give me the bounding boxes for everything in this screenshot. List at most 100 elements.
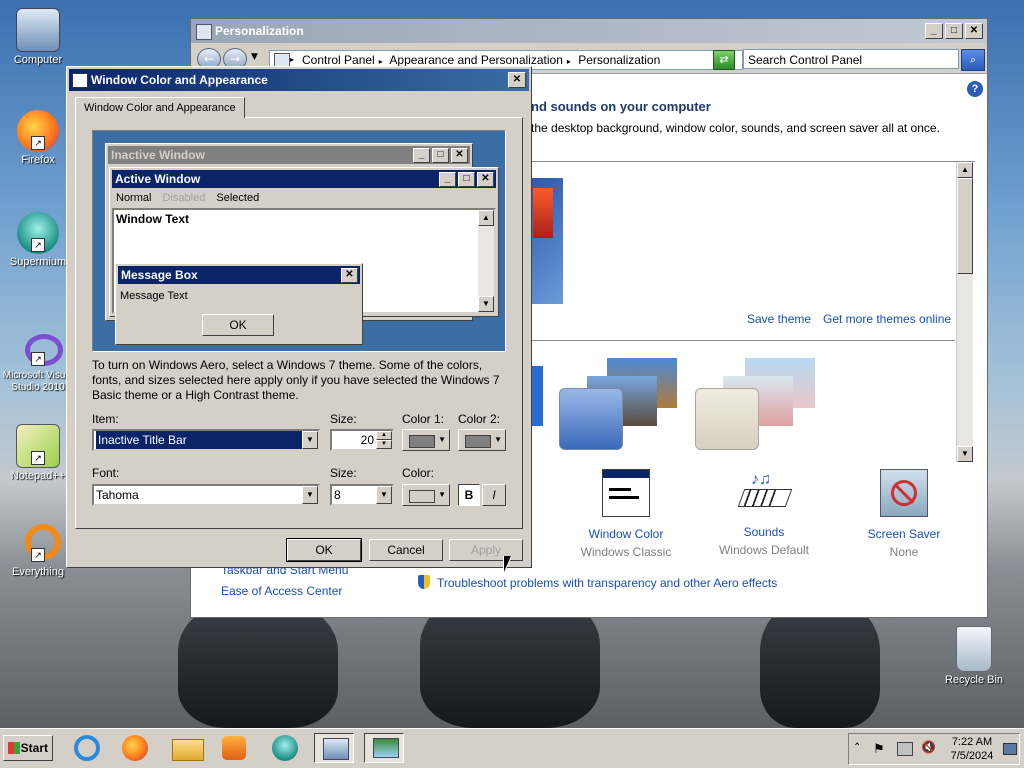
- shield-icon: [418, 575, 430, 589]
- computer-icon: [16, 8, 60, 52]
- taskbar-ie-icon[interactable]: [68, 733, 108, 763]
- taskbar-media-player-icon[interactable]: [216, 733, 256, 763]
- font-size-select[interactable]: 8 ▼: [330, 484, 394, 506]
- font-color-button[interactable]: ▼: [402, 484, 450, 506]
- volume-muted-icon[interactable]: 🔇: [921, 740, 936, 754]
- item-size-input[interactable]: 20 ▲ ▼: [330, 429, 394, 451]
- search-input[interactable]: Search Control Panel: [743, 49, 959, 69]
- help-icon[interactable]: ?: [967, 81, 983, 97]
- action-center-flag-icon[interactable]: ⚑: [873, 741, 885, 757]
- breadcrumb-arrow-icon[interactable]: ▸: [379, 57, 383, 66]
- clock[interactable]: 7:22 AM 7/5/2024: [945, 735, 999, 763]
- size-spinner[interactable]: ▲ ▼: [376, 431, 392, 449]
- preview-menu-disabled[interactable]: Disabled: [159, 192, 210, 204]
- chevron-down-icon[interactable]: ▼: [376, 486, 392, 504]
- ok-button[interactable]: OK: [286, 538, 362, 562]
- everything-icon: ↗: [17, 522, 61, 564]
- window-color-icon: [602, 469, 650, 517]
- close-button[interactable]: ✕: [965, 23, 983, 39]
- page-description: the desktop background, window color, so…: [531, 121, 940, 135]
- taskbar-firefox-icon[interactable]: [116, 733, 156, 763]
- personalization-titlebar[interactable]: Personalization _ □ ✕: [191, 19, 987, 43]
- close-icon: ✕: [341, 268, 358, 283]
- troubleshoot-link[interactable]: Troubleshoot problems with transparency …: [437, 576, 777, 590]
- item-select[interactable]: Inactive Title Bar ▼: [92, 429, 320, 451]
- font-select[interactable]: Tahoma ▼: [92, 484, 320, 506]
- scroll-up-button[interactable]: ▲: [957, 162, 973, 178]
- italic-button[interactable]: I: [482, 484, 506, 506]
- spin-down-icon[interactable]: ▼: [376, 440, 392, 449]
- preview-menu-normal[interactable]: Normal: [112, 192, 155, 204]
- preview-message-box[interactable]: Message Box ✕ Message Text OK: [115, 263, 363, 345]
- window-color-item[interactable]: Window Color Windows Classic: [571, 469, 681, 559]
- info-text: To turn on Windows Aero, select a Window…: [92, 358, 500, 402]
- network-icon[interactable]: [897, 742, 913, 756]
- color2-button[interactable]: ▼: [458, 429, 506, 451]
- sounds-item[interactable]: ♪♫ Sounds Windows Default: [709, 469, 819, 557]
- breadcrumb-appearance[interactable]: Appearance and Personalization: [389, 53, 562, 67]
- show-desktop-icon[interactable]: [1003, 743, 1017, 755]
- shortcut-arrow-icon: ↗: [31, 548, 45, 562]
- tab-panel: Inactive Window _ □ ✕ Active Window _ □: [75, 117, 523, 529]
- apply-button[interactable]: Apply: [449, 539, 523, 561]
- shortcut-arrow-icon: ↗: [31, 451, 45, 465]
- refresh-icon[interactable]: ⇄: [713, 50, 735, 70]
- get-more-themes-link[interactable]: Get more themes online: [823, 312, 951, 326]
- theme-list-scrollbar[interactable]: ▲ ▼: [956, 162, 973, 462]
- scroll-thumb[interactable]: [957, 178, 973, 274]
- visual-studio-icon: ↗: [17, 326, 63, 368]
- maximize-button[interactable]: □: [945, 23, 963, 39]
- taskbar-explorer-icon[interactable]: [168, 733, 208, 763]
- breadcrumb-control-panel[interactable]: Control Panel: [302, 53, 375, 67]
- preview-message-text: Message Text: [120, 290, 188, 302]
- screen-saver-item[interactable]: Screen Saver None: [849, 469, 959, 559]
- theme-thumbnail-3[interactable]: [695, 358, 819, 450]
- color1-button[interactable]: ▼: [402, 429, 450, 451]
- font-label: Font:: [92, 466, 120, 480]
- show-hidden-icons-icon[interactable]: ⌃: [853, 742, 861, 753]
- sounds-label[interactable]: Sounds: [709, 525, 819, 539]
- taskbar-display-properties-icon[interactable]: [364, 733, 404, 763]
- taskbar-control-panel-icon[interactable]: [314, 733, 354, 763]
- color2-swatch: [465, 435, 491, 448]
- dialog-title: Window Color and Appearance: [91, 73, 268, 87]
- preview-message-titlebar: Message Box ✕: [118, 266, 360, 284]
- recycle-bin-icon: [956, 626, 992, 672]
- system-tray: ⌃ ⚑ 🔇 7:22 AM 7/5/2024: [848, 733, 1020, 765]
- chevron-down-icon[interactable]: ▼: [302, 486, 318, 504]
- window-color-label[interactable]: Window Color: [571, 527, 681, 541]
- firefox-icon: ↗: [17, 110, 59, 152]
- search-icon[interactable]: ⌕: [961, 49, 985, 71]
- sounds-icon: ♪♫: [737, 469, 793, 515]
- theme-thumbnail-2[interactable]: [559, 358, 679, 450]
- dialog-close-button[interactable]: ✕: [508, 72, 526, 88]
- recent-pages-dropdown-icon[interactable]: ▼: [251, 52, 258, 62]
- preview-ok-button[interactable]: OK: [202, 314, 274, 336]
- font-select-value: Tahoma: [96, 488, 139, 502]
- save-theme-link[interactable]: Save theme: [747, 312, 811, 326]
- screen-saver-label[interactable]: Screen Saver: [849, 527, 959, 541]
- spin-up-icon[interactable]: ▲: [376, 431, 392, 440]
- start-label: Start: [20, 741, 48, 755]
- chevron-down-icon[interactable]: ▼: [302, 431, 318, 449]
- preview-menu-selected[interactable]: Selected: [212, 192, 263, 204]
- bold-button[interactable]: B: [458, 484, 480, 506]
- tab-window-color[interactable]: Window Color and Appearance: [75, 97, 245, 118]
- scroll-down-button[interactable]: ▼: [957, 446, 973, 462]
- dialog-titlebar[interactable]: Window Color and Appearance ✕: [69, 69, 529, 91]
- breadcrumb-arrow-icon[interactable]: ▸: [567, 57, 571, 66]
- mouse-cursor-icon: [504, 556, 511, 572]
- font-color-label: Color:: [402, 466, 435, 480]
- cancel-button[interactable]: Cancel: [369, 539, 443, 561]
- breadcrumb-personalization[interactable]: Personalization: [578, 53, 660, 67]
- minimize-button[interactable]: _: [925, 23, 943, 39]
- preview-active-title: Active Window: [115, 172, 201, 186]
- taskbar-supermium-icon[interactable]: [266, 733, 306, 763]
- font-color-swatch: [409, 490, 435, 503]
- desktop-icon-computer[interactable]: Computer: [0, 8, 78, 66]
- clock-time: 7:22 AM: [951, 736, 993, 748]
- control-panel-icon: [274, 53, 290, 67]
- start-button[interactable]: Start: [3, 735, 53, 761]
- desktop-icon-recycle-bin[interactable]: Recycle Bin: [934, 626, 1014, 686]
- ease-of-access-link[interactable]: Ease of Access Center: [221, 584, 342, 598]
